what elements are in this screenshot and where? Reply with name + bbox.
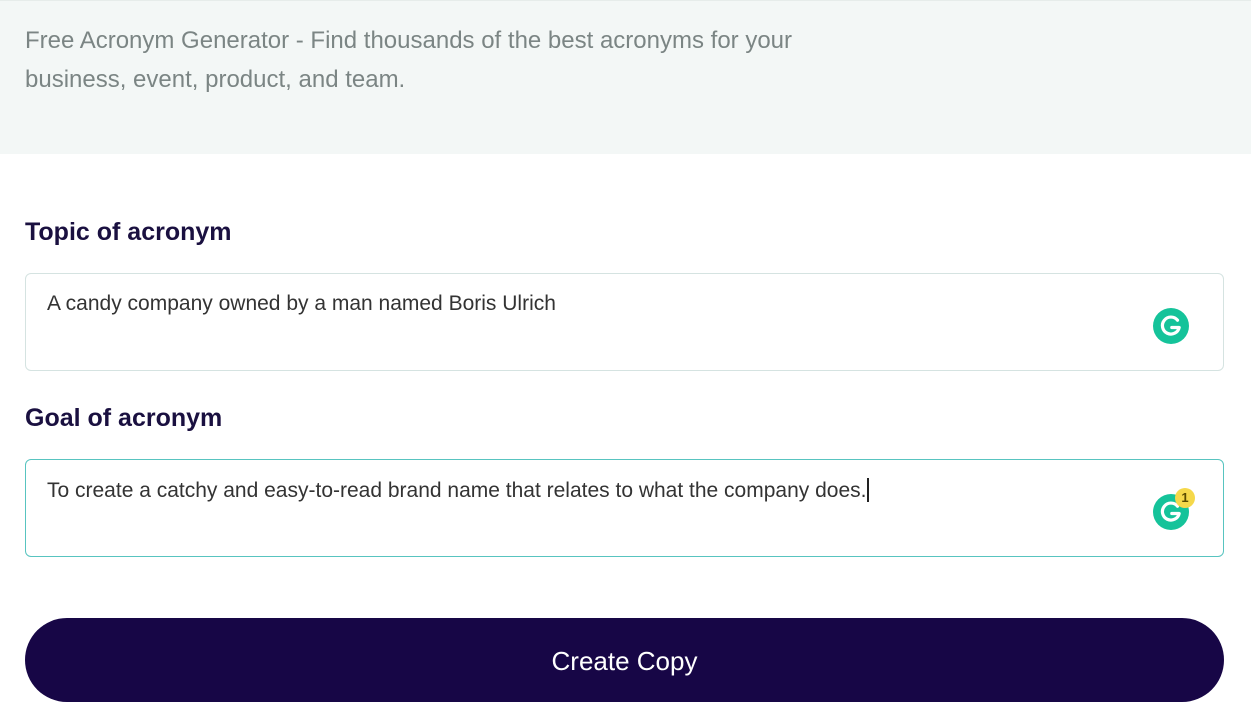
create-copy-button[interactable]: Create Copy [25,618,1224,702]
goal-label: Goal of acronym [25,404,223,432]
goal-input[interactable]: To create a catchy and easy-to-read bran… [25,459,1224,557]
page-header: Free Acronym Generator - Find thousands … [0,0,1251,154]
goal-input-text[interactable]: To create a catchy and easy-to-read bran… [47,479,866,502]
topic-input-value[interactable]: A candy company owned by a man named Bor… [47,292,556,316]
topic-label: Topic of acronym [25,218,232,246]
topic-input[interactable]: A candy company owned by a man named Bor… [25,273,1224,371]
grammarly-icon[interactable]: 1 [1153,488,1195,530]
grammarly-icon[interactable] [1153,308,1189,344]
text-caret [867,478,870,502]
page-description: Free Acronym Generator - Find thousands … [25,27,793,93]
goal-input-value[interactable]: To create a catchy and easy-to-read bran… [47,478,870,503]
grammarly-suggestion-badge[interactable]: 1 [1175,488,1195,508]
